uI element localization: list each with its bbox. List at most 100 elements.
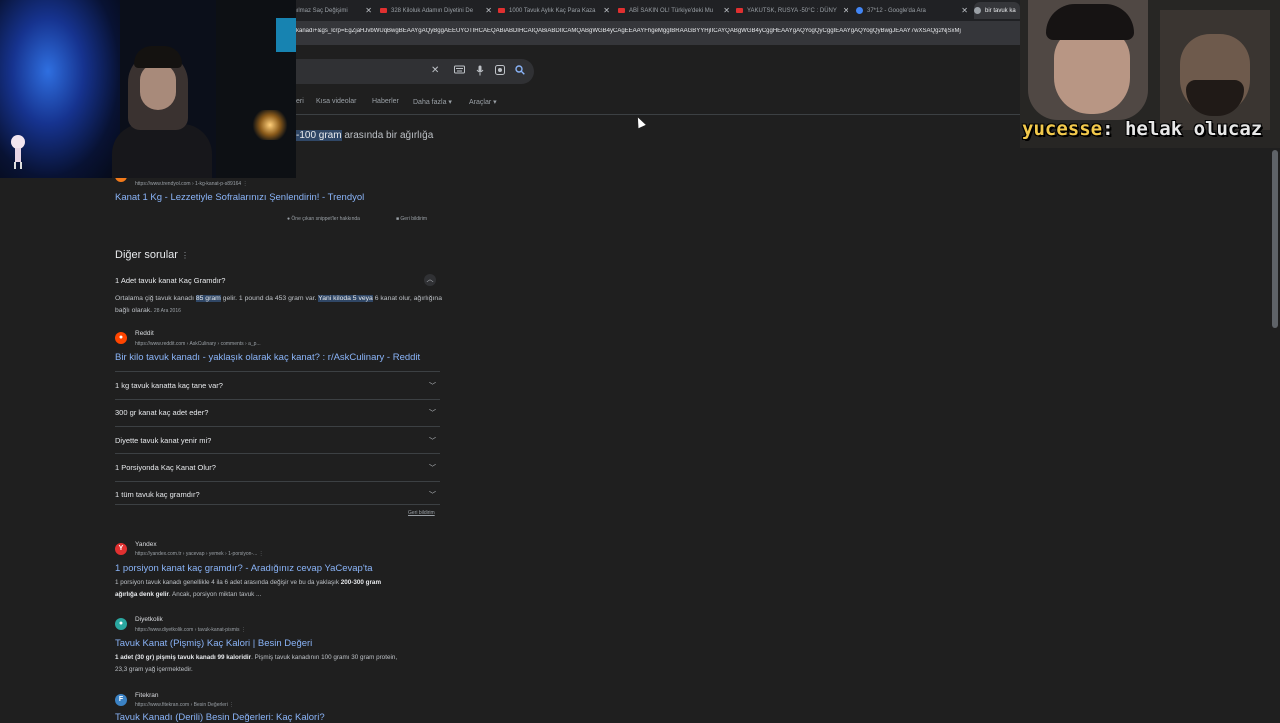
tab-close-icon[interactable]: ✕ bbox=[359, 6, 372, 15]
featured-snippet-text: -100 gram arasında bir ağırlığa bbox=[296, 130, 433, 141]
chat-message: : helak olucaz bbox=[1102, 118, 1263, 140]
tab-title: 328 Kiloluk Adamın Diyetini De bbox=[391, 7, 474, 14]
tab-1[interactable]: anılmaz Saç Değişimi ✕ bbox=[290, 2, 372, 19]
snippet-text: . Ancak, porsiyon miktarı tavuk ... bbox=[168, 591, 262, 598]
chevron-down-icon[interactable]: ﹀ bbox=[429, 436, 436, 446]
snippet-bold: 1 adet (30 gr) pişmiş tavuk kanadı 99 ka… bbox=[115, 654, 252, 661]
youtube-icon bbox=[618, 8, 625, 13]
tab-close-icon[interactable]: ✕ bbox=[479, 6, 492, 15]
clear-icon[interactable]: ✕ bbox=[431, 65, 439, 77]
cite-url: https://www.trendyol.com › 1-kg-kanat-p-… bbox=[135, 181, 242, 187]
chevron-down-icon[interactable]: ﹀ bbox=[429, 381, 436, 391]
background-light bbox=[276, 18, 296, 52]
more-options-icon[interactable]: ⋮ bbox=[259, 551, 264, 557]
microphone-icon[interactable] bbox=[476, 65, 484, 80]
cite-url: https://www.diyetkolik.com › tavuk-kanat… bbox=[135, 627, 240, 633]
youtube-icon bbox=[736, 8, 743, 13]
keyboard-icon[interactable] bbox=[454, 65, 465, 78]
question-label: 1 kg tavuk kanatta kaç tane var? bbox=[115, 381, 223, 390]
source-cite: https://www.reddit.com › AskCulinary › c… bbox=[135, 341, 261, 347]
tab-close-icon[interactable]: ✕ bbox=[837, 6, 848, 15]
snippet-highlight: -100 gram bbox=[296, 130, 342, 141]
search-icon[interactable] bbox=[515, 65, 525, 79]
more-options-icon[interactable]: ⋮ bbox=[229, 702, 234, 708]
tab-6[interactable]: 37*12 - Google'da Ara ✕ bbox=[856, 2, 968, 19]
chevron-down-icon[interactable]: ﹀ bbox=[429, 490, 436, 500]
paa-question[interactable]: 1 kg tavuk kanatta kaç tane var? ﹀ bbox=[115, 381, 440, 390]
guest-1-face bbox=[1054, 28, 1130, 114]
paa-question[interactable]: 1 Porsiyonda Kaç Kanat Olur? ﹀ bbox=[115, 463, 440, 472]
yandex-result-snippet: 1 porsiyon tavuk kanadı genellikle 4 ila… bbox=[115, 577, 445, 601]
google-icon bbox=[974, 7, 981, 14]
about-snippets[interactable]: ● Öne çıkan snippet'ler hakkında bbox=[287, 216, 360, 222]
chevron-up-icon[interactable]: ︿ bbox=[424, 274, 436, 286]
question-divider bbox=[115, 504, 440, 505]
caret-down-icon: ▾ bbox=[448, 99, 452, 106]
feedback-link[interactable]: ■ Geri bildirim bbox=[396, 216, 427, 222]
nav-tab-tools[interactable]: Araçlar ▾ bbox=[469, 98, 497, 106]
yandex-icon: Y bbox=[115, 543, 127, 555]
tab-close-icon[interactable]: ✕ bbox=[597, 6, 610, 15]
paa-question-expanded[interactable]: 1 Adet tavuk kanat Kaç Gramdır? ︿ bbox=[115, 274, 440, 286]
nav-tab-news[interactable]: Haberler bbox=[372, 98, 399, 105]
question-label: 1 tüm tavuk kaç gramdır? bbox=[115, 490, 200, 499]
snippet-result-link[interactable]: Kanat 1 Kg - Lezzetiyle Sofralarınızı Şe… bbox=[115, 192, 364, 203]
background-lamp bbox=[250, 110, 290, 140]
more-options-icon[interactable]: ⋮ bbox=[243, 181, 248, 187]
cite-url: https://yandex.com.tr › yacevap › yemek … bbox=[135, 551, 258, 557]
fitekran-result-link[interactable]: Tavuk Kanadı (Derili) Besin Değerleri: K… bbox=[115, 712, 325, 723]
nav-tools-label: Araçlar bbox=[469, 99, 492, 106]
paa-feedback-link[interactable]: Geri bildirim bbox=[408, 510, 435, 516]
tab-5[interactable]: YAKUTSK, RUSYA -50°C : DÜNY ✕ bbox=[736, 2, 848, 19]
nav-more-label: Daha fazla bbox=[413, 99, 447, 106]
chevron-down-icon[interactable]: ﹀ bbox=[429, 463, 436, 473]
tab-title: 37*12 - Google'da Ara bbox=[867, 7, 926, 14]
tab-3[interactable]: 1000 Tavuk Aylık Kaç Para Kaza ✕ bbox=[498, 2, 610, 19]
paa-question[interactable]: 300 gr kanat kaç adet eder? ﹀ bbox=[115, 408, 440, 417]
nav-tab-images[interactable]: eri bbox=[296, 98, 304, 105]
question-divider bbox=[115, 481, 440, 482]
paa-question[interactable]: 1 tüm tavuk kaç gramdır? ﹀ bbox=[115, 490, 440, 499]
tab-close-icon[interactable]: ✕ bbox=[717, 6, 730, 15]
page-scrollbar[interactable] bbox=[1272, 150, 1278, 328]
url-text[interactable]: kanadı+&gs_lcrp=EgZjaHJvbWUqBwgBEAAYgAQy… bbox=[296, 28, 1020, 34]
feedback-icon: ■ bbox=[396, 216, 400, 222]
guest-1-hair bbox=[1046, 4, 1134, 40]
question-label: 1 Porsiyonda Kaç Kanat Olur? bbox=[115, 463, 216, 472]
chevron-down-icon[interactable]: ﹀ bbox=[429, 408, 436, 418]
streamer-face bbox=[140, 64, 176, 110]
answer-text: Ortalama çiğ tavuk kanadı bbox=[115, 295, 196, 302]
youtube-icon bbox=[498, 8, 505, 13]
snippet-bold: ağırlığa denk gelir bbox=[115, 591, 169, 598]
source-cite: https://yandex.com.tr › yacevap › yemek … bbox=[135, 551, 264, 557]
source-cite: https://www.fitekran.com › Besin Değerle… bbox=[135, 702, 234, 708]
search-input[interactable]: ✕ bbox=[296, 59, 534, 84]
source-cite: https://www.diyetkolik.com › tavuk-kanat… bbox=[135, 627, 246, 633]
reddit-result-link[interactable]: Bir kilo tavuk kanadı - yaklaşık olarak … bbox=[115, 352, 420, 363]
paa-question[interactable]: Diyette tavuk kanat yenir mi? ﹀ bbox=[115, 436, 440, 445]
yandex-result-link[interactable]: 1 porsiyon kanat kaç gramdır? - Aradığın… bbox=[115, 563, 373, 574]
google-icon bbox=[856, 7, 863, 14]
mouse-cursor-icon bbox=[634, 115, 646, 129]
snippet-rest: arasında bir ağırlığa bbox=[341, 130, 434, 141]
more-options-icon[interactable]: ⋮ bbox=[241, 627, 246, 633]
webcam-overlay-left bbox=[0, 0, 296, 178]
nav-tab-short-videos[interactable]: Kısa videolar bbox=[316, 98, 356, 105]
nav-tab-more[interactable]: Daha fazla ▾ bbox=[413, 98, 452, 106]
snippet-text: . Pişmiş tavuk kanadının 100 gramı 30 gr… bbox=[251, 654, 398, 661]
question-divider bbox=[115, 426, 440, 427]
tab-4[interactable]: ABİ SAKIN OL! Türkiye'deki Mu ✕ bbox=[618, 2, 730, 19]
question-label: 300 gr kanat kaç adet eder? bbox=[115, 408, 209, 417]
tab-2[interactable]: 328 Kiloluk Adamın Diyetini De ✕ bbox=[380, 2, 492, 19]
lens-icon[interactable] bbox=[495, 65, 505, 79]
tab-close-icon[interactable]: ✕ bbox=[955, 6, 968, 15]
tab-7-active[interactable]: bir tavuk ka bbox=[974, 2, 1020, 19]
diyetkolik-result-link[interactable]: Tavuk Kanat (Pişmiş) Kaç Kalori | Besin … bbox=[115, 638, 312, 649]
source-site: Fitekran bbox=[135, 692, 159, 699]
more-options-icon[interactable]: ⋮ bbox=[181, 251, 189, 260]
answer-highlight: 85 gram bbox=[195, 295, 221, 302]
answer-text: gelir. 1 pound da 453 gram var. bbox=[220, 295, 319, 302]
source-site: Reddit bbox=[135, 330, 154, 337]
question-divider bbox=[115, 399, 440, 400]
streamer-hair bbox=[134, 46, 182, 68]
